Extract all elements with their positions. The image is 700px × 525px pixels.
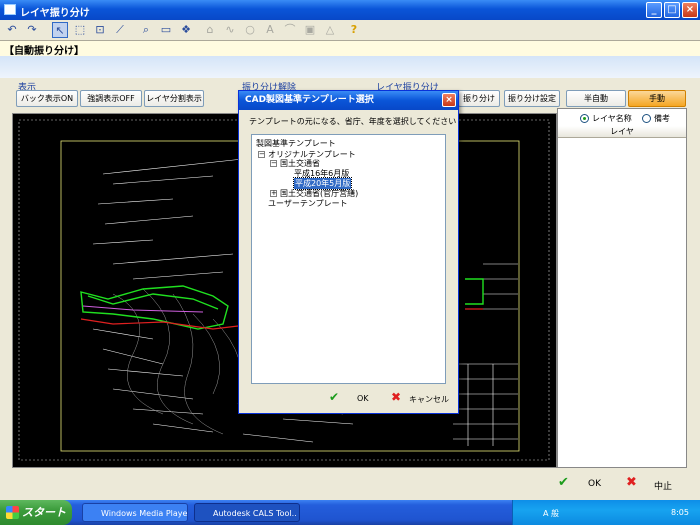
note-radio[interactable] xyxy=(642,114,651,123)
layer-panel: レイヤ名称 備考 レイヤ xyxy=(557,108,687,468)
taskbar-item-media-player[interactable]: Windows Media Player xyxy=(82,503,188,522)
bottom-bar: ✔ OK ✖ 中止 xyxy=(0,472,700,496)
dialog-close-button[interactable]: × xyxy=(442,93,456,107)
layer-split-button[interactable]: レイヤ分割表示 xyxy=(144,90,204,107)
assign-button[interactable]: 振り分け xyxy=(458,90,500,107)
tree-node-root[interactable]: 製図基準テンプレート xyxy=(256,138,336,149)
system-tray: A 般 8:05 xyxy=(512,500,700,525)
toolbar: ↶ ↷ ↖ ⬚ ⊡ ⟋ ⌕ ▭ ❖ ⌂ ∿ ○ A ⌒ ▣ △ ? xyxy=(0,20,700,40)
dialog-ok-button[interactable]: OK xyxy=(357,394,369,403)
taskbar: スタート Windows Media Player Autodesk CALS … xyxy=(0,500,700,525)
windows-logo-icon xyxy=(6,506,19,519)
close-button[interactable]: × xyxy=(682,2,698,18)
back-display-button[interactable]: バック表示ON xyxy=(16,90,78,107)
circle-icon[interactable]: ○ xyxy=(242,22,258,38)
lasso-select-icon[interactable]: ⊡ xyxy=(92,22,108,38)
undo-icon[interactable]: ↶ xyxy=(4,22,20,38)
tree-expander-mlit[interactable]: − xyxy=(270,160,277,167)
minimize-button[interactable]: _ xyxy=(646,2,662,18)
dialog-ok-check-icon: ✔ xyxy=(329,390,340,404)
triangle-icon[interactable]: △ xyxy=(322,22,338,38)
window-title: レイヤ振り分け xyxy=(20,8,90,19)
taskbar-item-cals-tool[interactable]: Autodesk CALS Tool.. xyxy=(194,503,300,522)
manual-button[interactable]: 手動 xyxy=(628,90,686,107)
rect-select-icon[interactable]: ⬚ xyxy=(72,22,88,38)
polyline-icon[interactable]: ∿ xyxy=(222,22,238,38)
template-select-dialog: CAD製図基準テンプレート選択 × テンプレートの元になる、省庁、年度を選択して… xyxy=(238,90,459,414)
mode-label: 【自動振り分け】 xyxy=(4,46,84,57)
dialog-instruction: テンプレートの元になる、省庁、年度を選択してください xyxy=(249,117,457,126)
banner-strip xyxy=(0,56,700,78)
semi-auto-button[interactable]: 半自動 xyxy=(566,90,626,107)
dialog-cancel-x-icon: ✖ xyxy=(391,390,402,404)
tree-node-user[interactable]: ユーザーテンプレート xyxy=(268,198,348,209)
app-icon xyxy=(4,4,16,15)
ok-check-icon: ✔ xyxy=(558,475,569,490)
mode-bar: 【自動振り分け】 xyxy=(0,40,700,57)
text-icon[interactable]: A xyxy=(262,22,278,38)
maximize-button[interactable]: □ xyxy=(664,2,680,18)
zoom-icon[interactable]: ⌕ xyxy=(138,22,154,38)
layer-name-radio[interactable] xyxy=(580,114,589,123)
layer-column-header[interactable]: レイヤ xyxy=(558,126,686,138)
tree-expander-mlit-building[interactable]: + xyxy=(270,190,277,197)
template-tree: 製図基準テンプレート − オリジナルテンプレート − 国土交通省 平成16年6月… xyxy=(251,134,446,384)
page-icon[interactable]: ▭ xyxy=(158,22,174,38)
image-icon[interactable]: ▣ xyxy=(302,22,318,38)
poly-select-icon[interactable]: ⟋ xyxy=(112,22,128,38)
clock: 8:05 xyxy=(671,508,689,517)
window-title-bar: レイヤ振り分け _ □ × xyxy=(0,0,700,20)
dialog-title: CAD製図基準テンプレート選択 xyxy=(239,91,458,110)
highlight-button[interactable]: 強調表示OFF xyxy=(80,90,142,107)
note-radio-label: 備考 xyxy=(654,114,670,123)
assign-settings-button[interactable]: 振り分け設定 xyxy=(504,90,560,107)
layer-name-radio-label: レイヤ名称 xyxy=(592,114,632,123)
ime-indicator[interactable]: A 般 xyxy=(543,508,559,519)
main-ok-button[interactable]: OK xyxy=(588,479,601,489)
layers-icon[interactable]: ❖ xyxy=(178,22,194,38)
redo-icon[interactable]: ↷ xyxy=(24,22,40,38)
help-icon[interactable]: ? xyxy=(346,22,362,38)
tree-expander-original[interactable]: − xyxy=(258,151,265,158)
main-cancel-button[interactable]: 中止 xyxy=(654,479,672,492)
pointer-icon[interactable]: ↖ xyxy=(52,22,68,38)
home-icon[interactable]: ⌂ xyxy=(202,22,218,38)
dialog-cancel-button[interactable]: キャンセル xyxy=(409,394,449,405)
cancel-x-icon: ✖ xyxy=(626,475,637,490)
curve-icon[interactable]: ⌒ xyxy=(282,22,298,38)
